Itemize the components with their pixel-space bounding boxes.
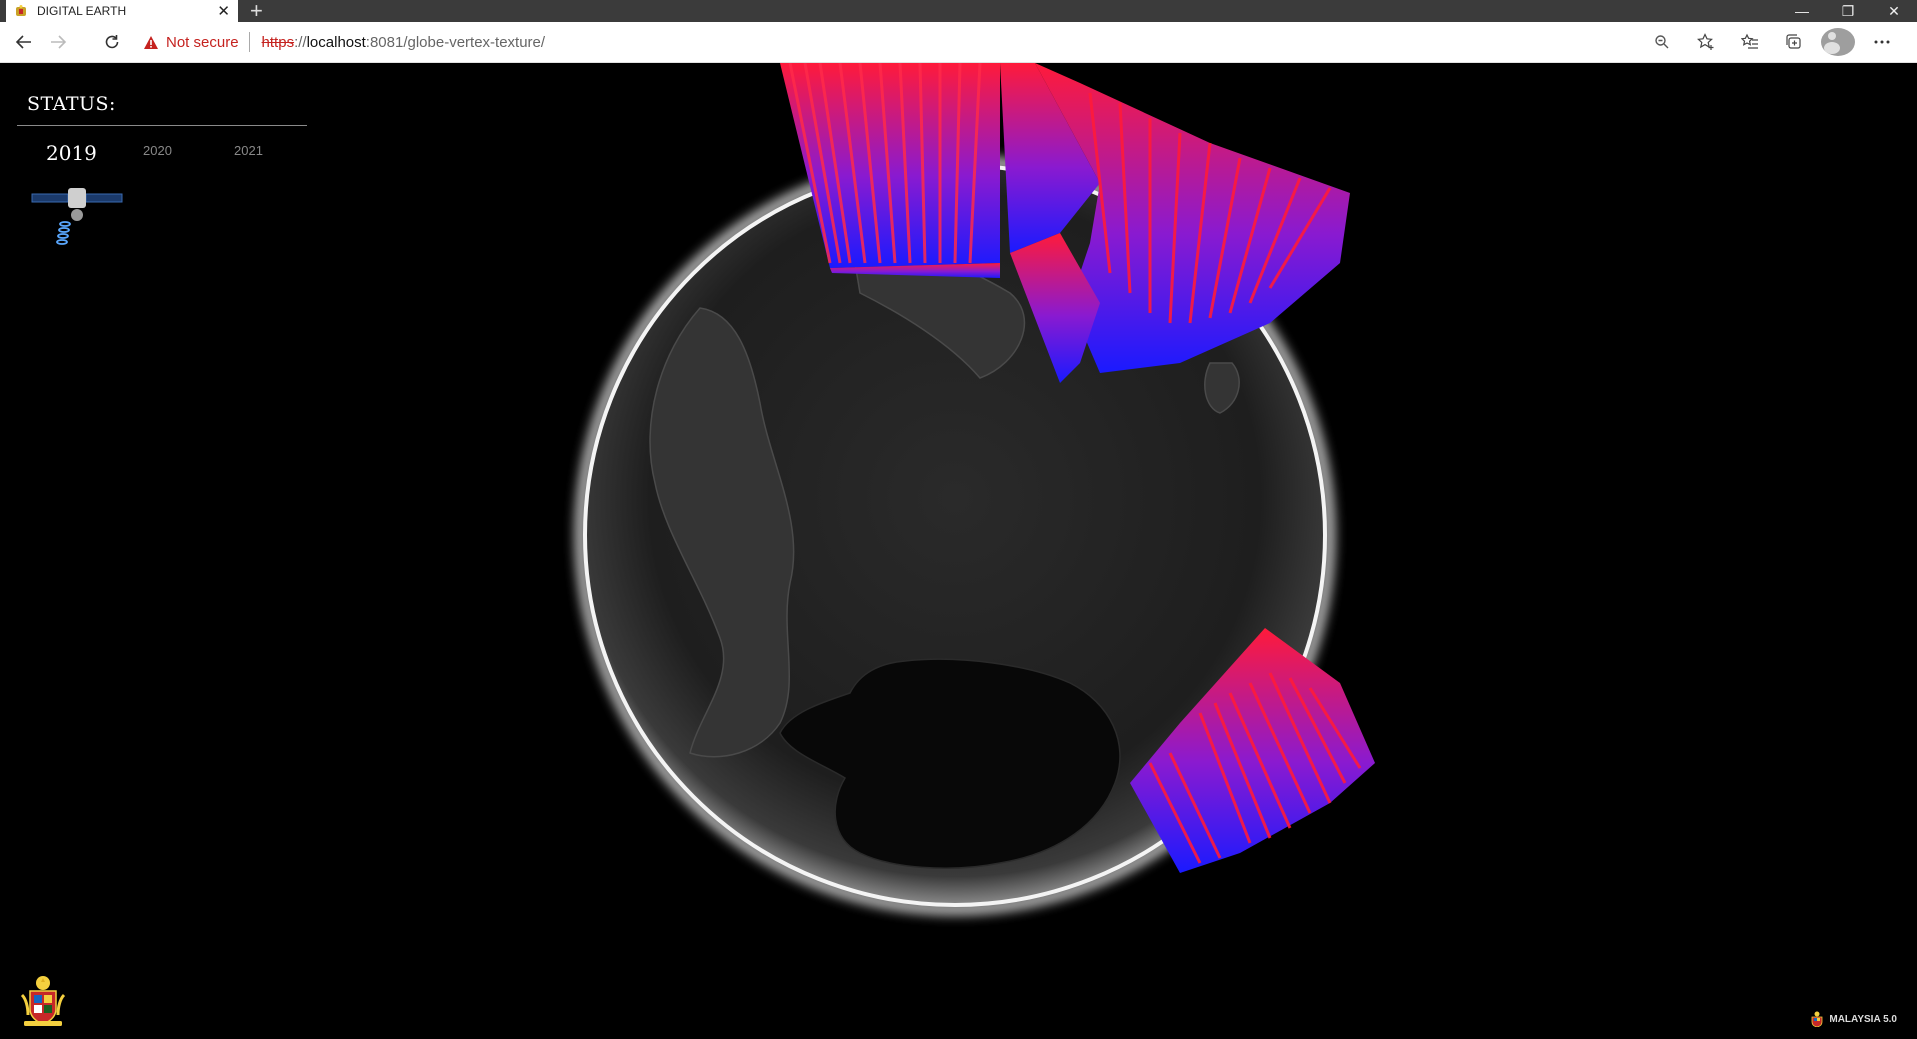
- new-tab-button[interactable]: +: [250, 0, 263, 24]
- profile-button[interactable]: [1821, 28, 1855, 56]
- status-divider: [17, 125, 307, 126]
- tab-close-icon[interactable]: ✕: [217, 2, 230, 20]
- reload-button[interactable]: [98, 28, 126, 56]
- status-heading: STATUS:: [27, 93, 116, 115]
- satellite-icon: [31, 188, 123, 245]
- warning-icon: [144, 35, 158, 49]
- year-2021-button[interactable]: 2021: [234, 143, 263, 158]
- brand-footer: MALAYSIA 5.0: [1809, 1011, 1897, 1027]
- address-separator: [248, 32, 250, 52]
- brand-crest-icon: [1811, 1011, 1823, 1027]
- tab-strip: DIGITAL EARTH ✕ + — ❐ ✕: [0, 0, 1917, 24]
- close-window-button[interactable]: ✕: [1871, 0, 1917, 22]
- year-2020-button[interactable]: 2020: [143, 143, 172, 158]
- browser-tab[interactable]: DIGITAL EARTH ✕: [6, 0, 238, 22]
- collections-icon: [1786, 34, 1801, 49]
- brand-label: MALAYSIA 5.0: [1829, 1013, 1897, 1025]
- restore-button[interactable]: ❐: [1825, 0, 1871, 22]
- navigation-bar: Not secure https :// localhost :8081/glo…: [0, 22, 1917, 63]
- zoom-icon: [1655, 35, 1669, 49]
- url-scheme-separator: ://: [294, 33, 307, 51]
- globe-viewport[interactable]: STATUS: 2019 2020 2021 MALAYSIA 5.0: [0, 63, 1917, 1039]
- collections-button[interactable]: [1777, 28, 1811, 56]
- back-arrow-icon: [15, 35, 31, 49]
- back-button[interactable]: [10, 28, 38, 56]
- forward-arrow-icon: [51, 35, 67, 49]
- favorites-list-icon: [1741, 33, 1758, 49]
- url-host: localhost: [306, 33, 366, 51]
- year-2019-button[interactable]: 2019: [46, 141, 97, 165]
- tab-favicon-icon: [16, 5, 26, 16]
- toolbar-icons: [1645, 28, 1899, 56]
- minimize-button[interactable]: —: [1779, 0, 1825, 22]
- security-status-label[interactable]: Not secure: [166, 34, 239, 51]
- more-menu-button[interactable]: [1865, 28, 1899, 56]
- profile-avatar-icon: [1821, 28, 1855, 56]
- url-scheme: https: [261, 33, 295, 51]
- malaysia-crest-icon[interactable]: [18, 975, 68, 1027]
- zoom-button[interactable]: [1645, 28, 1679, 56]
- star-add-icon: [1697, 33, 1714, 50]
- reload-icon: [105, 35, 119, 49]
- favorites-button[interactable]: [1733, 28, 1767, 56]
- window-controls: — ❐ ✕: [1779, 0, 1917, 22]
- forward-button[interactable]: [44, 28, 72, 56]
- year-timeline: 2019 2020 2021: [30, 133, 300, 253]
- add-favorite-button[interactable]: [1689, 28, 1723, 56]
- url-path: :8081/globe-vertex-texture/: [365, 33, 546, 51]
- tab-title: DIGITAL EARTH: [37, 4, 127, 18]
- more-menu-icon: [1874, 40, 1890, 44]
